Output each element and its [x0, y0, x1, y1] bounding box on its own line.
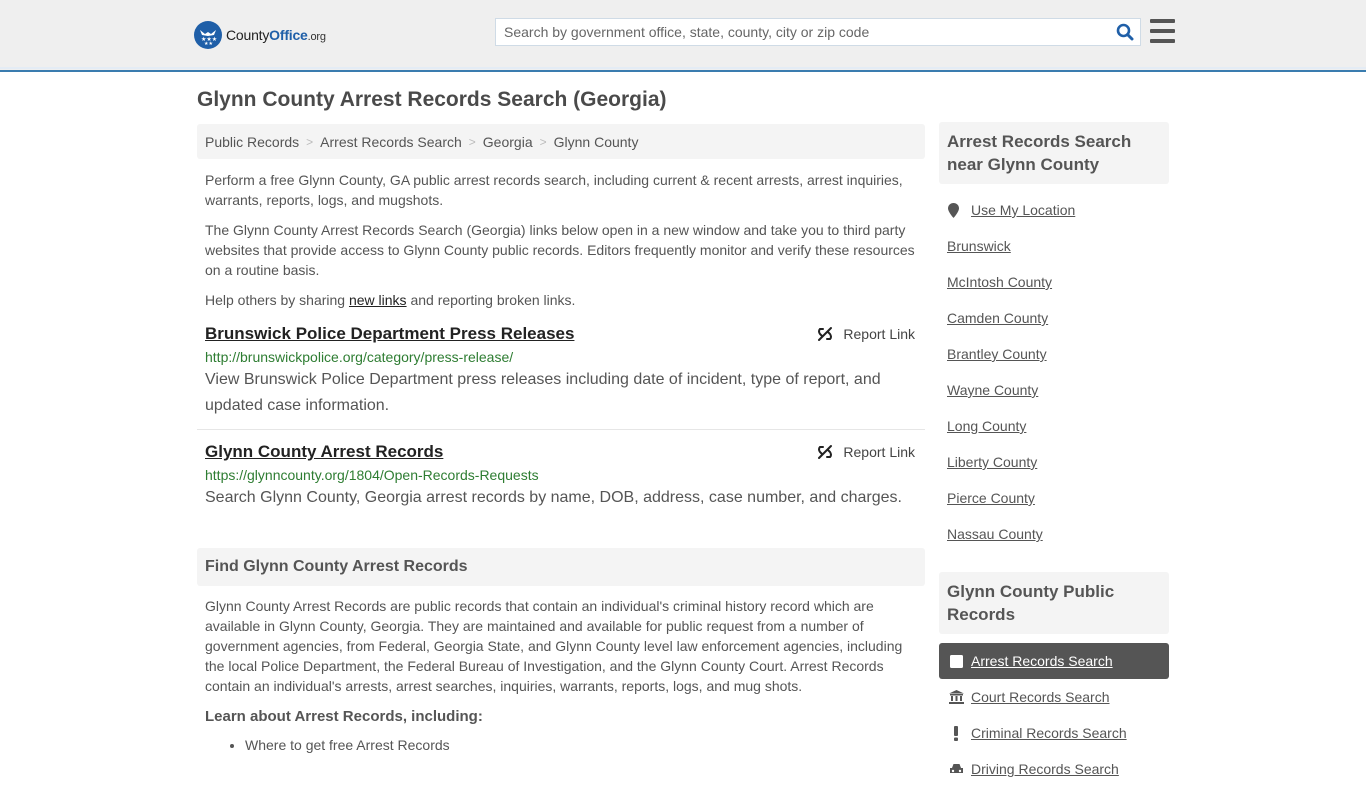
- result-item: Glynn County Arrest Records Report Link …: [197, 440, 925, 511]
- share-links-paragraph: Help others by sharing new links and rep…: [205, 292, 576, 308]
- public-records-item-court[interactable]: Court Records Search: [939, 679, 1169, 715]
- find-records-heading: Find Glynn County Arrest Records: [197, 548, 925, 586]
- nearby-item: Brantley County: [947, 336, 1161, 372]
- main-content: Public Records > Arrest Records Search >…: [197, 124, 925, 755]
- public-records-heading: Glynn County Public Records: [939, 572, 1169, 634]
- nearby-link-wayne-county[interactable]: Wayne County: [947, 382, 1038, 398]
- top-header: ★★★ ★★ CountyOffice.org: [0, 0, 1366, 72]
- intro-paragraph: Perform a free Glynn County, GA public a…: [205, 172, 903, 208]
- result-url[interactable]: https://glynncounty.org/1804/Open-Record…: [205, 465, 917, 485]
- intro: Perform a free Glynn County, GA public a…: [197, 170, 925, 310]
- intro-paragraph: The Glynn County Arrest Records Search (…: [205, 222, 915, 278]
- result-title-link[interactable]: Glynn County Arrest Records: [205, 440, 443, 464]
- learn-list: Where to get free Arrest Records: [205, 735, 917, 755]
- public-records-list: Arrest Records Search Court Records Sear…: [939, 643, 1169, 787]
- find-records-body: Glynn County Arrest Records are public r…: [205, 598, 903, 694]
- new-links-link[interactable]: new links: [349, 292, 407, 308]
- criminal-records-search-link[interactable]: Criminal Records Search: [971, 725, 1127, 741]
- car-icon: [947, 763, 965, 776]
- public-records-item-arrest[interactable]: Arrest Records Search: [939, 643, 1169, 679]
- nearby-link-mcintosh-county[interactable]: McIntosh County: [947, 274, 1052, 290]
- report-link-button[interactable]: Report Link: [817, 326, 915, 342]
- use-my-location-link[interactable]: Use My Location: [971, 202, 1075, 218]
- find-records-section: Glynn County Arrest Records are public r…: [197, 596, 925, 755]
- svg-text:★★: ★★: [204, 41, 213, 46]
- logo-text: CountyOffice.org: [226, 27, 326, 43]
- nearby-heading: Arrest Records Search near Glynn County: [939, 122, 1169, 184]
- search-icon: [1116, 23, 1134, 41]
- nearby-item: Nassau County: [947, 516, 1161, 552]
- result-item: Brunswick Police Department Press Releas…: [197, 322, 925, 430]
- driving-records-search-link[interactable]: Driving Records Search: [971, 761, 1119, 777]
- hamburger-menu-icon[interactable]: [1150, 19, 1175, 43]
- nearby-link-brantley-county[interactable]: Brantley County: [947, 346, 1047, 362]
- nearby-item: McIntosh County: [947, 264, 1161, 300]
- broken-link-icon: [818, 445, 833, 459]
- learn-list-item: Where to get free Arrest Records: [245, 735, 917, 755]
- breadcrumb-separator: >: [539, 134, 547, 149]
- learn-heading: Learn about Arrest Records, including:: [205, 708, 483, 725]
- result-url[interactable]: http://brunswickpolice.org/category/pres…: [205, 347, 917, 367]
- map-marker-icon: [947, 202, 959, 218]
- breadcrumb-item[interactable]: Public Records: [205, 134, 299, 150]
- nearby-link-camden-county[interactable]: Camden County: [947, 310, 1048, 326]
- breadcrumb: Public Records > Arrest Records Search >…: [197, 124, 925, 159]
- sidebar: Arrest Records Search near Glynn County …: [939, 122, 1169, 787]
- breadcrumb-item-current[interactable]: Glynn County: [554, 134, 639, 150]
- nearby-item: Pierce County: [947, 480, 1161, 516]
- nearby-item: Camden County: [947, 300, 1161, 336]
- use-location-item: Use My Location: [947, 192, 1161, 228]
- courthouse-icon: [947, 690, 965, 704]
- public-records-item-criminal[interactable]: Criminal Records Search: [939, 715, 1169, 751]
- nearby-link-long-county[interactable]: Long County: [947, 418, 1026, 434]
- result-description: Search Glynn County, Georgia arrest reco…: [205, 489, 902, 506]
- arrest-records-search-link[interactable]: Arrest Records Search: [971, 653, 1113, 669]
- nearby-list: Use My Location Brunswick McIntosh Count…: [939, 192, 1169, 552]
- broken-link-icon: [818, 327, 833, 341]
- nearby-link-brunswick[interactable]: Brunswick: [947, 238, 1011, 254]
- square-icon: [947, 654, 965, 668]
- breadcrumb-item[interactable]: Arrest Records Search: [320, 134, 462, 150]
- court-records-search-link[interactable]: Court Records Search: [971, 689, 1110, 705]
- nearby-link-nassau-county[interactable]: Nassau County: [947, 526, 1043, 542]
- nearby-item: Wayne County: [947, 372, 1161, 408]
- result-description: View Brunswick Police Department press r…: [205, 371, 881, 414]
- breadcrumb-separator: >: [468, 134, 476, 149]
- page-title: Glynn County Arrest Records Search (Geor…: [197, 88, 667, 111]
- result-title-link[interactable]: Brunswick Police Department Press Releas…: [205, 322, 574, 346]
- nearby-item: Long County: [947, 408, 1161, 444]
- report-link-button[interactable]: Report Link: [817, 444, 915, 460]
- nearby-item: Brunswick: [947, 228, 1161, 264]
- search-input[interactable]: [496, 19, 1110, 45]
- nearby-item: Liberty County: [947, 444, 1161, 480]
- public-records-item-driving[interactable]: Driving Records Search: [939, 751, 1169, 787]
- site-logo[interactable]: ★★★ ★★ CountyOffice.org: [194, 21, 326, 49]
- breadcrumb-item[interactable]: Georgia: [483, 134, 533, 150]
- search-button[interactable]: [1110, 19, 1140, 45]
- exclamation-icon: [947, 725, 965, 741]
- search-bar: [495, 18, 1141, 46]
- nearby-link-liberty-county[interactable]: Liberty County: [947, 454, 1037, 470]
- nearby-link-pierce-county[interactable]: Pierce County: [947, 490, 1035, 506]
- breadcrumb-separator: >: [306, 134, 314, 149]
- eagle-logo-icon: ★★★ ★★: [194, 21, 222, 49]
